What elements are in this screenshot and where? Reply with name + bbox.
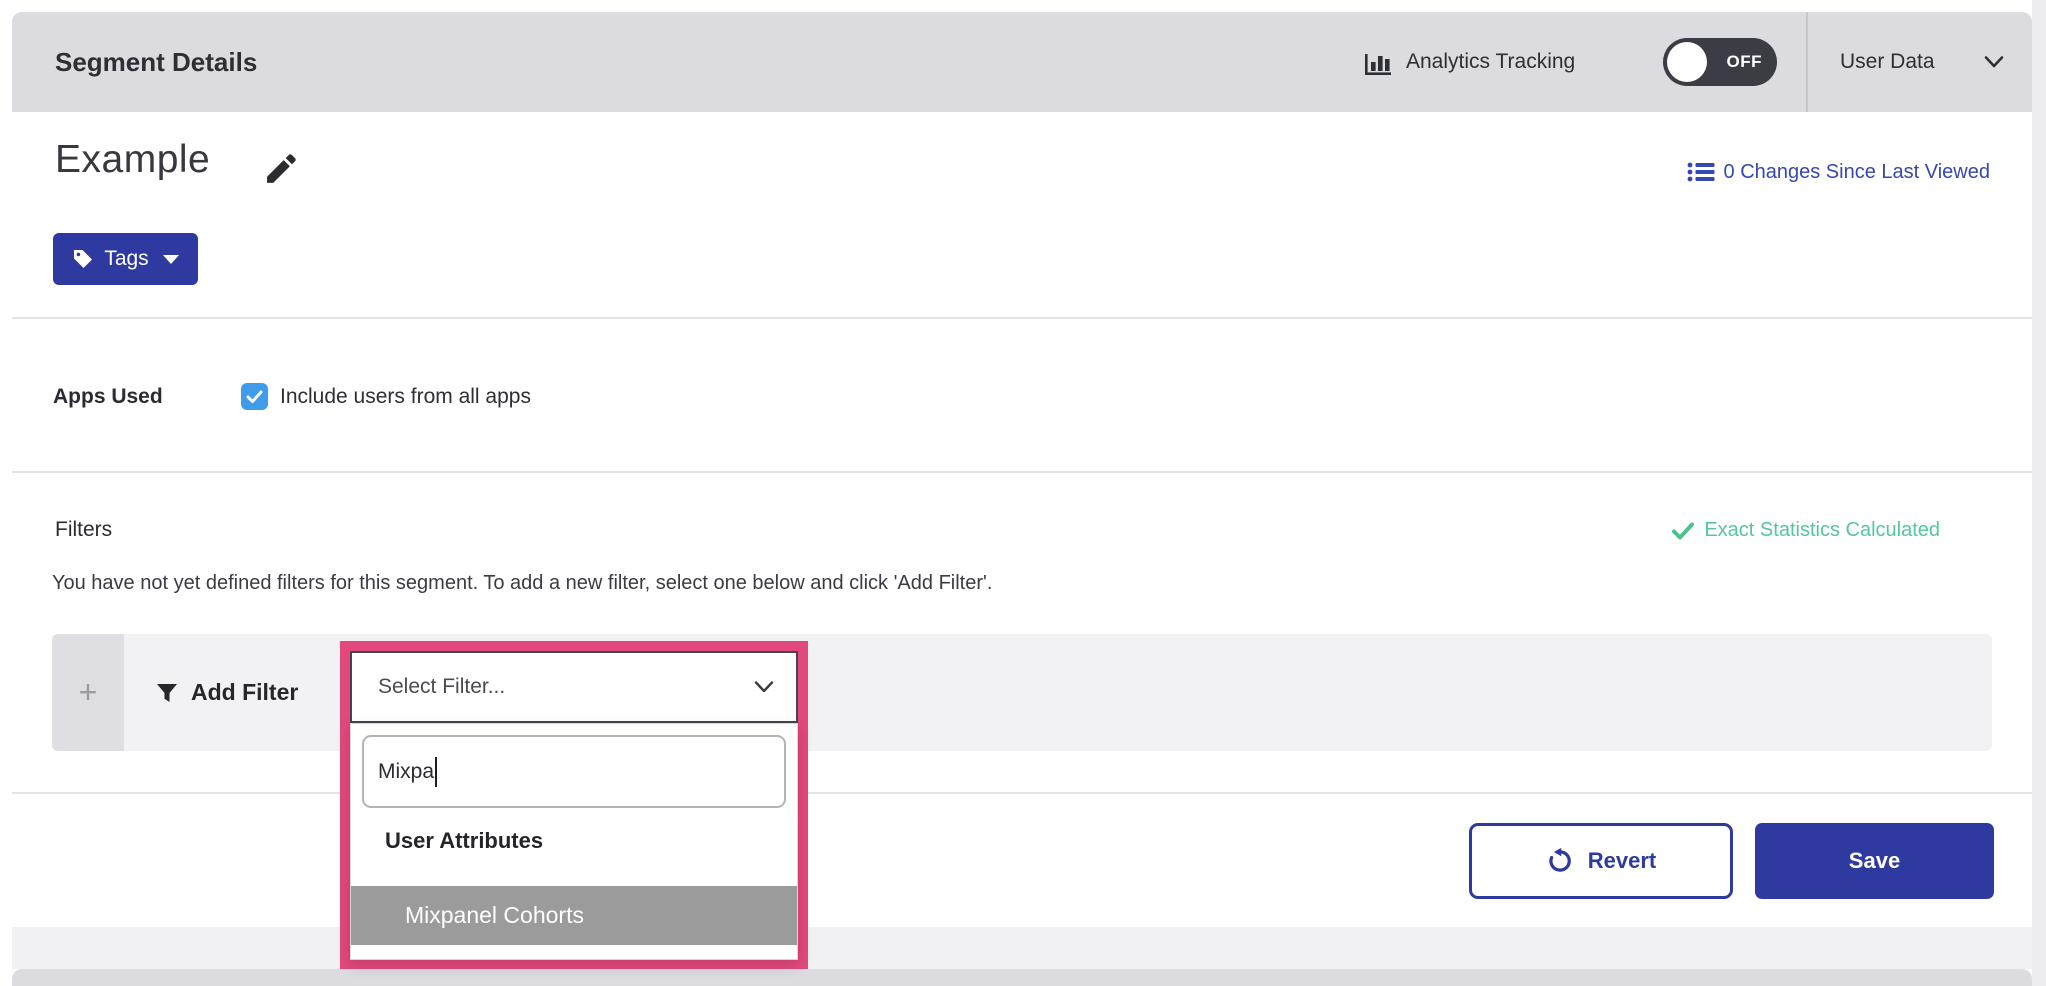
section-divider xyxy=(12,792,2032,794)
apps-used-heading: Apps Used xyxy=(53,383,163,410)
change-list-icon xyxy=(1687,160,1715,184)
dropdown-group-label: User Attributes xyxy=(385,828,543,854)
changes-link-label: 0 Changes Since Last Viewed xyxy=(1724,161,1990,184)
header-divider xyxy=(1806,12,1808,112)
toggle-state-label: OFF xyxy=(1727,38,1763,86)
exact-statistics-label: Exact Statistics Calculated xyxy=(1704,519,1940,542)
save-button[interactable]: Save xyxy=(1755,823,1994,899)
page-title: Segment Details xyxy=(55,12,257,112)
tags-button[interactable]: Tags xyxy=(53,233,198,285)
changes-since-last-viewed-link[interactable]: 0 Changes Since Last Viewed xyxy=(1687,160,1990,184)
section-divider xyxy=(12,317,2032,319)
add-filter-plus-button[interactable]: + xyxy=(52,634,124,751)
filter-funnel-icon xyxy=(155,681,179,705)
toggle-knob[interactable] xyxy=(1667,42,1707,82)
caret-down-icon xyxy=(163,255,179,264)
edit-pencil-icon[interactable] xyxy=(262,150,300,188)
undo-icon xyxy=(1546,847,1574,875)
analytics-tracking-label: Analytics Tracking xyxy=(1406,12,1575,112)
text-cursor xyxy=(435,757,437,787)
filters-heading: Filters xyxy=(55,518,112,542)
page-background-band xyxy=(12,927,2032,969)
add-filter-label: Add Filter xyxy=(191,679,298,706)
next-section-header-strip xyxy=(12,969,2032,986)
filter-select-value: Select Filter... xyxy=(378,653,505,721)
card-header: Segment Details Analytics Tracking OFF U… xyxy=(12,12,2032,112)
revert-button[interactable]: Revert xyxy=(1469,823,1733,899)
include-all-apps-checkbox[interactable] xyxy=(241,383,268,410)
tags-button-label: Tags xyxy=(104,247,148,271)
user-data-menu[interactable]: User Data xyxy=(1840,12,1935,112)
segment-details-card: Segment Details Analytics Tracking OFF U… xyxy=(12,12,2032,927)
include-all-apps-label[interactable]: Include users from all apps xyxy=(280,383,531,410)
segment-name: Example xyxy=(55,138,210,182)
chevron-down-icon[interactable] xyxy=(754,680,774,694)
filter-dropdown-panel: Mixpa User Attributes Mixpanel Cohorts xyxy=(350,723,798,960)
add-filter-group: Add Filter xyxy=(155,634,298,751)
section-divider xyxy=(12,471,2032,473)
tag-icon xyxy=(72,248,94,270)
bar-chart-icon xyxy=(1362,46,1394,78)
revert-button-label: Revert xyxy=(1588,848,1656,874)
checkmark-icon xyxy=(246,390,263,404)
exact-statistics-status: Exact Statistics Calculated xyxy=(1672,519,1940,542)
save-button-label: Save xyxy=(1849,848,1900,874)
dropdown-option-mixpanel-cohorts[interactable]: Mixpanel Cohorts xyxy=(351,886,797,945)
filter-search-input[interactable]: Mixpa xyxy=(362,735,786,808)
scrollbar-gutter[interactable] xyxy=(2032,0,2046,986)
annotation-highlight-box: Select Filter... Mixpa User Attributes M… xyxy=(340,641,808,969)
filter-search-value: Mixpa xyxy=(378,760,434,784)
segment-details-page: Segment Details Analytics Tracking OFF U… xyxy=(0,0,2046,986)
analytics-tracking-toggle[interactable]: OFF xyxy=(1663,38,1777,86)
filter-select-control[interactable]: Select Filter... xyxy=(350,651,798,723)
chevron-down-icon[interactable] xyxy=(1984,55,2004,69)
filters-description: You have not yet defined filters for thi… xyxy=(52,572,992,595)
dropdown-option-label: Mixpanel Cohorts xyxy=(405,886,584,945)
check-icon xyxy=(1672,522,1694,540)
